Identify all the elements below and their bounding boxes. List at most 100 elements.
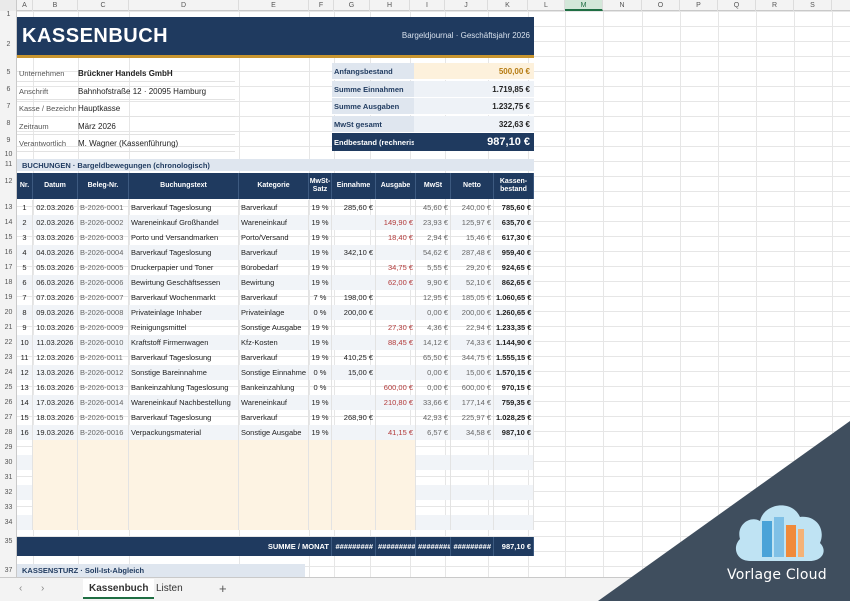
row-header-32[interactable]: 32 [0,489,17,496]
empty-cell[interactable] [494,500,534,515]
table-cell[interactable]: 1.233,35 € [494,320,534,335]
table-cell[interactable]: 287,48 € [451,245,494,260]
row-header-9[interactable]: 9 [0,137,17,144]
empty-cell[interactable] [376,500,416,515]
table-cell[interactable]: Barverkauf Tageslosung [129,350,239,365]
table-cell[interactable] [332,230,376,245]
column-header-o[interactable]: O [642,0,680,11]
table-cell[interactable]: B-2026-0005 [78,260,129,275]
empty-cell[interactable] [376,440,416,455]
table-cell[interactable]: 2,94 € [416,230,451,245]
table-cell[interactable]: Porto und Versandmarken [129,230,239,245]
table-cell[interactable]: Bürobedarf [239,260,309,275]
totals-mwst[interactable]: ######## [416,537,451,556]
row-header-24[interactable]: 24 [0,369,17,376]
row-header-27[interactable]: 27 [0,414,17,421]
table-cell[interactable]: 200,00 € [451,305,494,320]
table-cell[interactable]: 22,94 € [451,320,494,335]
table-cell[interactable]: 05.03.2026 [33,260,78,275]
row-header-5[interactable]: 5 [0,69,17,76]
table-cell[interactable]: 11.03.2026 [33,335,78,350]
table-cell[interactable]: 17.03.2026 [33,395,78,410]
table-cell[interactable]: B-2026-0009 [78,320,129,335]
table-cell[interactable]: 1.555,15 € [494,350,534,365]
table-cell[interactable]: 19 % [309,425,332,440]
table-cell[interactable]: 198,00 € [332,290,376,305]
table-cell[interactable]: 15,46 € [451,230,494,245]
column-header[interactable]: Einnahme [332,173,376,199]
table-cell[interactable]: B-2026-0007 [78,290,129,305]
column-header-b[interactable]: B [33,0,78,11]
info-value[interactable]: M. Wagner (Kassenführung) [78,139,178,148]
row-header-19[interactable]: 19 [0,294,17,301]
table-cell[interactable]: Barverkauf [239,350,309,365]
row-header-30[interactable]: 30 [0,459,17,466]
table-cell[interactable]: Barverkauf Tageslosung [129,245,239,260]
table-cell[interactable]: 2 [17,215,33,230]
table-cell[interactable]: Wareneinkauf Nachbestellung [129,395,239,410]
table-cell[interactable]: B-2026-0012 [78,365,129,380]
empty-cell[interactable] [78,440,129,455]
table-cell[interactable]: 19.03.2026 [33,425,78,440]
table-cell[interactable]: Kraftstoff Firmenwagen [129,335,239,350]
totals-einnahme[interactable]: ######### [332,537,376,556]
row-header-13[interactable]: 13 [0,204,17,211]
table-cell[interactable] [332,335,376,350]
empty-cell[interactable] [129,485,239,500]
table-cell[interactable]: 0,00 € [416,305,451,320]
table-cell[interactable] [376,305,416,320]
empty-cell[interactable] [451,470,494,485]
empty-cell[interactable] [33,470,78,485]
totals-bestand[interactable]: 987,10 € [494,537,534,556]
table-cell[interactable]: 33,66 € [416,395,451,410]
table-cell[interactable]: 177,14 € [451,395,494,410]
row-header-12[interactable]: 12 [0,178,17,185]
table-cell[interactable]: Barverkauf Tageslosung [129,410,239,425]
row-header-7[interactable]: 7 [0,103,17,110]
empty-cell[interactable] [78,470,129,485]
table-cell[interactable]: 344,75 € [451,350,494,365]
table-cell[interactable]: 0 % [309,365,332,380]
empty-cell[interactable] [309,440,332,455]
table-cell[interactable]: 759,35 € [494,395,534,410]
table-cell[interactable]: 9 [17,320,33,335]
row-header-2[interactable]: 2 [0,41,17,48]
table-cell[interactable]: 18.03.2026 [33,410,78,425]
table-cell[interactable]: 7 [17,290,33,305]
table-cell[interactable]: 52,10 € [451,275,494,290]
table-cell[interactable] [376,410,416,425]
table-cell[interactable]: 45,60 € [416,200,451,215]
empty-cell[interactable] [78,515,129,530]
empty-cell[interactable] [494,485,534,500]
empty-cell[interactable] [17,440,33,455]
table-cell[interactable]: B-2026-0013 [78,380,129,395]
table-cell[interactable]: 970,15 € [494,380,534,395]
table-cell[interactable]: Sonstige Ausgabe [239,320,309,335]
empty-cell[interactable] [33,515,78,530]
empty-cell[interactable] [239,500,309,515]
table-cell[interactable]: Kfz-Kosten [239,335,309,350]
table-cell[interactable]: 06.03.2026 [33,275,78,290]
table-cell[interactable]: 210,80 € [376,395,416,410]
empty-cell[interactable] [332,485,376,500]
table-cell[interactable]: 23,93 € [416,215,451,230]
table-cell[interactable]: 1.028,25 € [494,410,534,425]
row-header-1[interactable]: 1 [0,11,17,18]
empty-cell[interactable] [17,485,33,500]
column-header-a[interactable]: A [17,0,33,11]
column-header-k[interactable]: K [488,0,528,11]
table-cell[interactable]: B-2026-0002 [78,215,129,230]
table-cell[interactable]: 4 [17,245,33,260]
column-header-i[interactable]: I [410,0,445,11]
table-cell[interactable]: 785,60 € [494,200,534,215]
column-header[interactable]: Nr. [17,173,33,199]
column-header[interactable]: MwSt [416,173,451,199]
empty-cell[interactable] [17,515,33,530]
empty-cell[interactable] [332,500,376,515]
worksheet-grid[interactable]: KASSENBUCH Bargeldjournal · Geschäftsjah… [17,11,850,577]
empty-cell[interactable] [416,515,451,530]
totals-netto[interactable]: ######### [451,537,494,556]
table-cell[interactable]: 34,75 € [376,260,416,275]
table-cell[interactable]: 7 % [309,290,332,305]
table-cell[interactable]: 19 % [309,215,332,230]
